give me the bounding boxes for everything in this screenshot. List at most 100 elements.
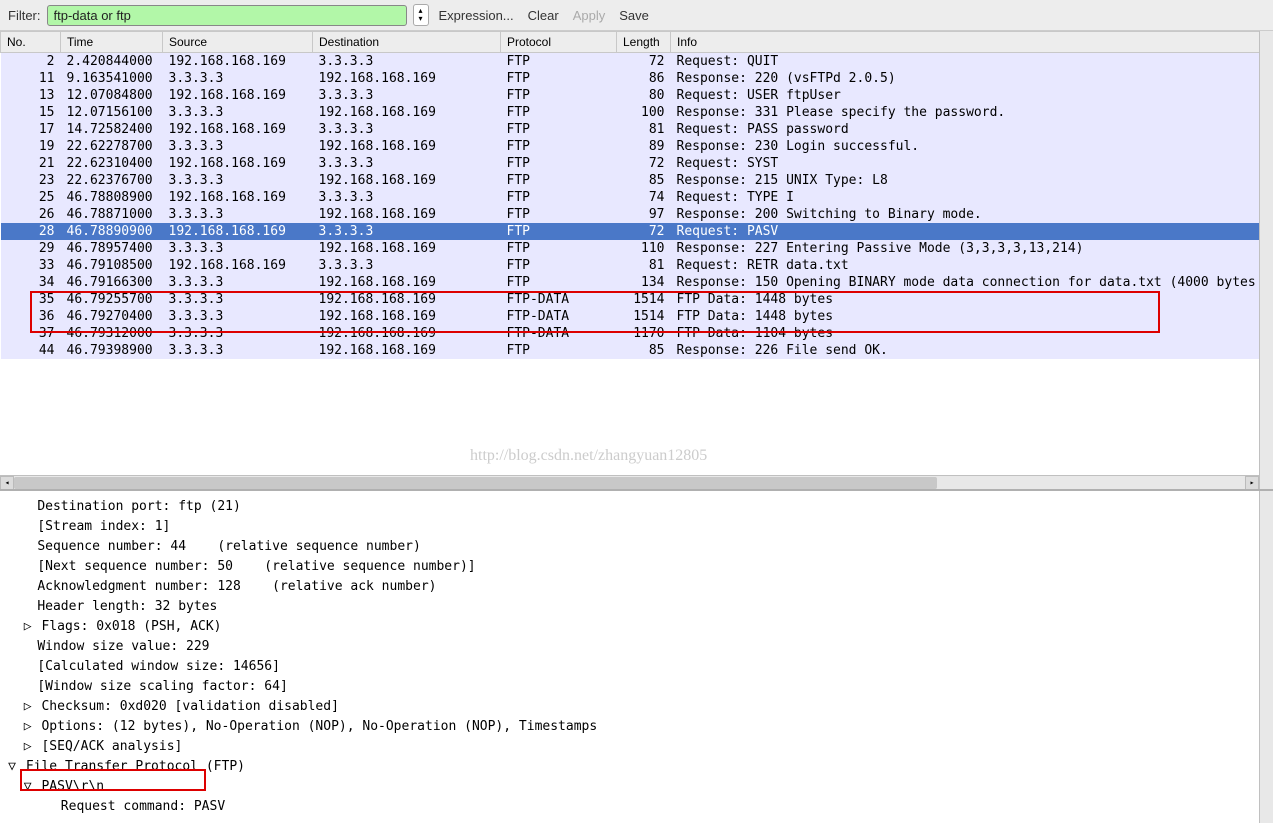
table-row[interactable]: 1512.071561003.3.3.3192.168.168.169FTP10… (1, 104, 1273, 121)
table-row[interactable]: 2646.788710003.3.3.3192.168.168.169FTP97… (1, 206, 1273, 223)
detail-line[interactable]: ▷ Flags: 0x018 (PSH, ACK) (6, 617, 1267, 637)
scroll-right-icon[interactable]: ▸ (1245, 476, 1259, 490)
detail-line[interactable]: ▷ Options: (12 bytes), No-Operation (NOP… (6, 717, 1267, 737)
table-row[interactable]: 3646.792704003.3.3.3192.168.168.169FTP-D… (1, 308, 1273, 325)
table-row[interactable]: 2122.62310400192.168.168.1693.3.3.3FTP72… (1, 155, 1273, 172)
h-scrollbar-thumb[interactable] (14, 477, 937, 489)
cell-len: 74 (617, 189, 671, 206)
watermark-text: http://blog.csdn.net/zhangyuan12805 (470, 447, 707, 465)
cell-src: 192.168.168.169 (163, 121, 313, 138)
col-info[interactable]: Info (671, 32, 1273, 53)
cell-dst: 3.3.3.3 (313, 189, 501, 206)
cell-dst: 192.168.168.169 (313, 325, 501, 342)
cell-time: 9.163541000 (61, 70, 163, 87)
cell-info: Request: SYST (671, 155, 1273, 172)
cell-time: 22.62278700 (61, 138, 163, 155)
cell-no: 34 (1, 274, 61, 291)
table-row[interactable]: 119.1635410003.3.3.3192.168.168.169FTP86… (1, 70, 1273, 87)
cell-time: 46.78890900 (61, 223, 163, 240)
table-row[interactable]: 3346.79108500192.168.168.1693.3.3.3FTP81… (1, 257, 1273, 274)
detail-text: PASV\r\n (41, 779, 104, 794)
cell-time: 46.79166300 (61, 274, 163, 291)
cell-no: 13 (1, 87, 61, 104)
expand-tri-icon[interactable]: ▽ (6, 757, 18, 777)
h-scrollbar[interactable]: ◂ ▸ (0, 475, 1259, 489)
col-time[interactable]: Time (61, 32, 163, 53)
table-row[interactable]: 2546.78808900192.168.168.1693.3.3.3FTP74… (1, 189, 1273, 206)
detail-line[interactable]: Acknowledgment number: 128 (relative ack… (6, 577, 1267, 597)
cell-src: 3.3.3.3 (163, 104, 313, 121)
cell-proto: FTP (501, 155, 617, 172)
table-row[interactable]: 1922.622787003.3.3.3192.168.168.169FTP89… (1, 138, 1273, 155)
table-row[interactable]: 22.420844000192.168.168.1693.3.3.3FTP72R… (1, 53, 1273, 71)
table-row[interactable]: 2946.789574003.3.3.3192.168.168.169FTP11… (1, 240, 1273, 257)
detail-line[interactable]: ▷ Checksum: 0xd020 [validation disabled] (6, 697, 1267, 717)
detail-line[interactable]: [Calculated window size: 14656] (6, 657, 1267, 677)
expand-tri-icon[interactable]: ▽ (22, 777, 34, 797)
col-no[interactable]: No. (1, 32, 61, 53)
detail-line[interactable]: Sequence number: 44 (relative sequence n… (6, 537, 1267, 557)
detail-line[interactable]: [Stream index: 1] (6, 517, 1267, 537)
cell-time: 12.07084800 (61, 87, 163, 104)
cell-no: 23 (1, 172, 61, 189)
cell-dst: 192.168.168.169 (313, 308, 501, 325)
cell-no: 25 (1, 189, 61, 206)
cell-src: 3.3.3.3 (163, 206, 313, 223)
expand-tri-icon[interactable]: ▷ (22, 737, 34, 757)
chevron-down-icon: ▾ (418, 15, 422, 23)
scroll-left-icon[interactable]: ◂ (0, 476, 14, 490)
cell-dst: 3.3.3.3 (313, 155, 501, 172)
cell-time: 46.79312000 (61, 325, 163, 342)
detail-line[interactable]: Request command: PASV (6, 797, 1267, 817)
cell-dst: 3.3.3.3 (313, 87, 501, 104)
clear-button[interactable]: Clear (524, 8, 563, 23)
cell-info: Response: 331 Please specify the passwor… (671, 104, 1273, 121)
col-src[interactable]: Source (163, 32, 313, 53)
detail-text: Request command: PASV (61, 799, 225, 814)
table-row[interactable]: 3746.793120003.3.3.3192.168.168.169FTP-D… (1, 325, 1273, 342)
expand-tri-icon[interactable]: ▷ (22, 617, 34, 637)
cell-info: Request: TYPE I (671, 189, 1273, 206)
table-row[interactable]: 1312.07084800192.168.168.1693.3.3.3FTP80… (1, 87, 1273, 104)
cell-dst: 192.168.168.169 (313, 274, 501, 291)
detail-text: [Next sequence number: 50 (relative sequ… (37, 559, 475, 574)
detail-text: [Stream index: 1] (37, 519, 170, 534)
col-dst[interactable]: Destination (313, 32, 501, 53)
table-row[interactable]: 2846.78890900192.168.168.1693.3.3.3FTP72… (1, 223, 1273, 240)
detail-line[interactable]: [Next sequence number: 50 (relative sequ… (6, 557, 1267, 577)
detail-line[interactable]: Destination port: ftp (21) (6, 497, 1267, 517)
cell-len: 80 (617, 87, 671, 104)
detail-line[interactable]: ▷ [SEQ/ACK analysis] (6, 737, 1267, 757)
cell-info: Response: 230 Login successful. (671, 138, 1273, 155)
table-row[interactable]: 4446.793989003.3.3.3192.168.168.169FTP85… (1, 342, 1273, 359)
cell-len: 1170 (617, 325, 671, 342)
expand-tri-icon[interactable]: ▷ (22, 717, 34, 737)
col-proto[interactable]: Protocol (501, 32, 617, 53)
col-len[interactable]: Length (617, 32, 671, 53)
v-scrollbar[interactable] (1259, 31, 1273, 489)
expand-tri-icon[interactable]: ▷ (22, 697, 34, 717)
detail-line[interactable]: [Window size scaling factor: 64] (6, 677, 1267, 697)
cell-time: 46.79398900 (61, 342, 163, 359)
cell-proto: FTP (501, 274, 617, 291)
detail-line[interactable]: ▽ PASV\r\n (6, 777, 1267, 797)
table-row[interactable]: 3546.792557003.3.3.3192.168.168.169FTP-D… (1, 291, 1273, 308)
cell-no: 37 (1, 325, 61, 342)
table-row[interactable]: 2322.623767003.3.3.3192.168.168.169FTP85… (1, 172, 1273, 189)
cell-time: 22.62376700 (61, 172, 163, 189)
filter-input[interactable] (47, 5, 407, 26)
table-row[interactable]: 3446.791663003.3.3.3192.168.168.169FTP13… (1, 274, 1273, 291)
cell-no: 28 (1, 223, 61, 240)
detail-line[interactable]: ▽ File Transfer Protocol (FTP) (6, 757, 1267, 777)
filter-history-spinner[interactable]: ▴ ▾ (413, 4, 429, 26)
apply-button[interactable]: Apply (569, 8, 610, 23)
table-row[interactable]: 1714.72582400192.168.168.1693.3.3.3FTP81… (1, 121, 1273, 138)
expression-button[interactable]: Expression... (435, 8, 518, 23)
save-button[interactable]: Save (615, 8, 653, 23)
detail-line[interactable]: Header length: 32 bytes (6, 597, 1267, 617)
detail-line[interactable]: Window size value: 229 (6, 637, 1267, 657)
cell-info: Request: PASS password (671, 121, 1273, 138)
cell-no: 29 (1, 240, 61, 257)
cell-src: 3.3.3.3 (163, 291, 313, 308)
detail-v-scrollbar[interactable] (1259, 491, 1273, 823)
